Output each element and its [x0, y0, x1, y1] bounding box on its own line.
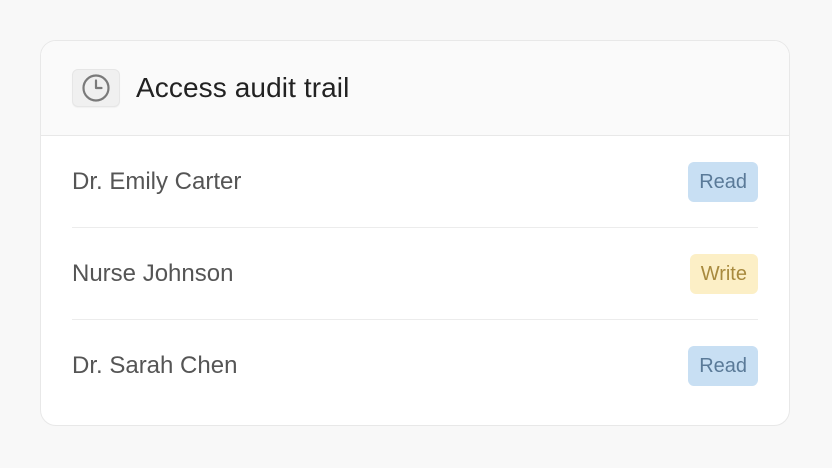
audit-trail-card: Access audit trail Dr. Emily Carter Read…: [40, 40, 790, 426]
clock-icon: [72, 69, 120, 107]
audit-list: Dr. Emily Carter Read Nurse Johnson Writ…: [41, 136, 789, 412]
audit-row: Dr. Sarah Chen Read: [72, 320, 758, 412]
user-name: Dr. Emily Carter: [72, 167, 242, 195]
audit-row: Nurse Johnson Write: [72, 228, 758, 320]
access-badge: Write: [689, 253, 758, 294]
access-badge: Read: [688, 346, 758, 386]
user-name: Nurse Johnson: [72, 259, 234, 287]
audit-row: Dr. Emily Carter Read: [72, 136, 758, 228]
user-name: Dr. Sarah Chen: [72, 352, 238, 379]
card-title: Access audit trail: [136, 72, 350, 103]
card-header: Access audit trail: [41, 41, 789, 136]
access-badge: Read: [688, 161, 758, 202]
